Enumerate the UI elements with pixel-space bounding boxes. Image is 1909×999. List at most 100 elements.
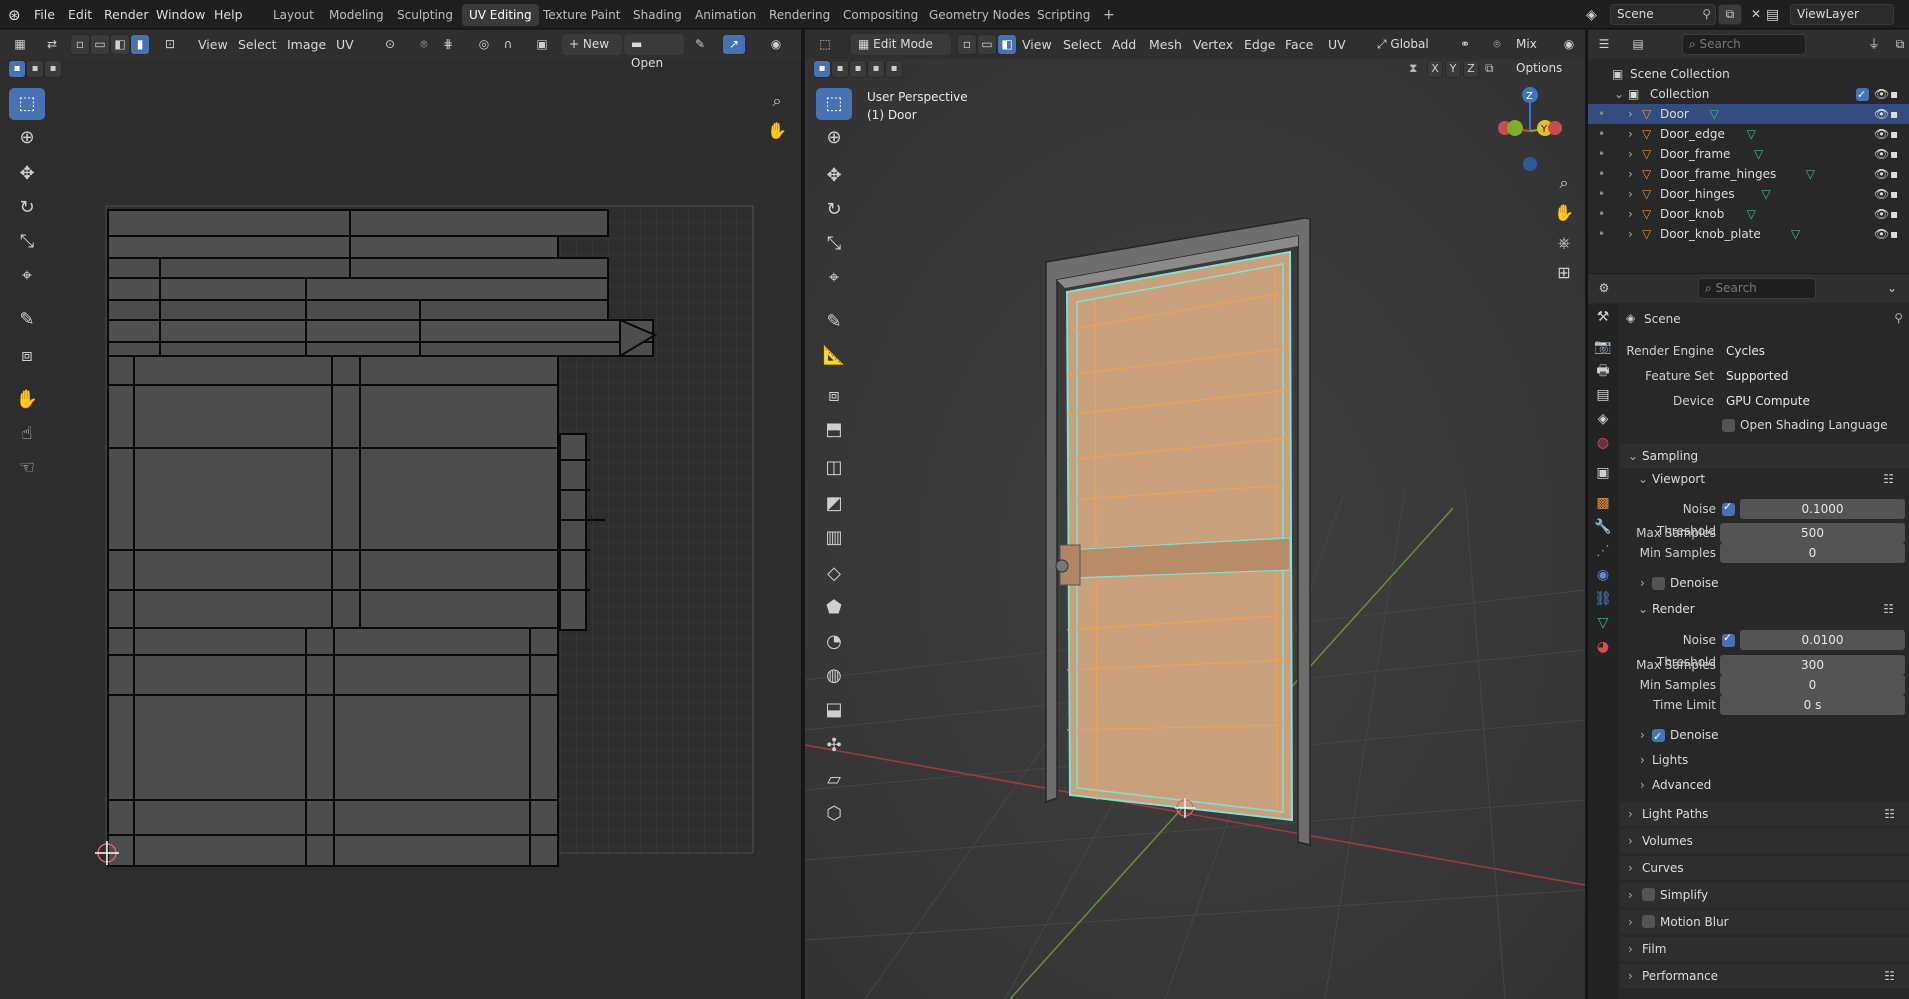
- vp-menu-add[interactable]: Add: [1112, 30, 1136, 59]
- view-layer-selector[interactable]: ViewLayer: [1790, 4, 1894, 25]
- render-visibility-icon[interactable]: ▪: [1890, 224, 1898, 244]
- pin-context-icon[interactable]: ⚲: [1894, 311, 1903, 325]
- panel-performance[interactable]: › Performance ☷: [1620, 964, 1909, 988]
- visibility-icon[interactable]: 👁: [1874, 144, 1889, 164]
- r-noise-threshold-field[interactable]: 0.0100: [1740, 630, 1905, 650]
- panel-film[interactable]: › Film: [1620, 937, 1909, 961]
- rip-region-tool-icon[interactable]: ⬡: [816, 798, 852, 830]
- render-presets-icon[interactable]: ☷: [1883, 598, 1894, 620]
- outliner-row-door-frame-hinges[interactable]: • › ▽ Door_frame_hinges ▽ 👁 ▪: [1588, 164, 1909, 184]
- smooth-tool-icon[interactable]: ◍: [816, 660, 852, 692]
- visibility-icon[interactable]: 👁: [1874, 184, 1889, 204]
- vertex-mode-icon[interactable]: ▫: [957, 34, 977, 55]
- outliner-row-door-frame[interactable]: • › ▽ Door_frame ▽ 👁 ▪: [1588, 144, 1909, 164]
- delete-scene-icon[interactable]: ✕: [1744, 4, 1768, 25]
- world-tab-icon[interactable]: ◍: [1590, 430, 1616, 456]
- knife-tool-icon[interactable]: ◇: [816, 558, 852, 590]
- pivot-icon[interactable]: ⚭: [1453, 34, 1477, 55]
- vp-annotate-tool-icon[interactable]: ✎: [816, 306, 852, 338]
- bevel-tool-icon[interactable]: ◩: [816, 488, 852, 520]
- vp-rotate-tool-icon[interactable]: ↻: [816, 194, 852, 226]
- poly-build-tool-icon[interactable]: ⬟: [816, 592, 852, 624]
- visibility-icon[interactable]: 👁: [1874, 204, 1889, 224]
- vp-max-samples-field[interactable]: 500: [1720, 523, 1905, 543]
- expand-icon[interactable]: ›: [1628, 184, 1633, 204]
- feature-set-dropdown[interactable]: Supported: [1720, 366, 1905, 386]
- vp-zoom-icon[interactable]: ⌕: [1551, 170, 1577, 196]
- vp-select-invert-icon[interactable]: ▪: [867, 60, 885, 78]
- render-visibility-icon[interactable]: ▪: [1890, 84, 1898, 104]
- render-visibility-icon[interactable]: ▪: [1890, 144, 1898, 164]
- panel-motion-blur[interactable]: › Motion Blur: [1620, 910, 1909, 934]
- menu-edit[interactable]: Edit: [62, 0, 98, 29]
- r-noise-threshold-checkbox[interactable]: [1722, 631, 1735, 647]
- blender-logo-icon[interactable]: ⊛: [8, 6, 26, 24]
- vp-camera-icon[interactable]: ⎈: [1551, 230, 1577, 256]
- snap-magnet-icon[interactable]: ⌾: [1485, 34, 1509, 55]
- render-visibility-icon[interactable]: ▪: [1890, 184, 1898, 204]
- tab-layout[interactable]: Layout: [266, 4, 321, 26]
- viewport-editor-type-icon[interactable]: ⬚: [813, 34, 837, 55]
- vp-menu-select[interactable]: Select: [1063, 30, 1102, 59]
- extrude-tool-icon[interactable]: ⬒: [816, 414, 852, 446]
- expand-icon[interactable]: ›: [1628, 164, 1633, 184]
- output-tab-icon[interactable]: 🖶: [1590, 358, 1616, 384]
- advanced-subpanel[interactable]: › Advanced: [1638, 774, 1908, 796]
- vp-pan-icon[interactable]: ✋: [1551, 200, 1577, 226]
- vp-menu-mesh[interactable]: Mesh: [1149, 30, 1182, 59]
- edge-mode-icon[interactable]: ▭: [977, 34, 997, 55]
- vp-move-tool-icon[interactable]: ✥: [816, 160, 852, 192]
- new-collection-icon[interactable]: ⧉: [1888, 34, 1909, 55]
- edge-slide-tool-icon[interactable]: ⬓: [816, 694, 852, 726]
- tab-sculpting[interactable]: Sculpting: [390, 4, 460, 26]
- r-time-limit-field[interactable]: 0 s: [1720, 695, 1905, 715]
- vp-select-extend-icon[interactable]: ▪: [831, 60, 849, 78]
- visibility-icon[interactable]: 👁: [1874, 124, 1889, 144]
- outliner-row-door-knob-plate[interactable]: • › ▽ Door_knob_plate ▽ 👁 ▪: [1588, 224, 1909, 244]
- particles-tab-icon[interactable]: ⋰: [1590, 538, 1616, 564]
- modifier-tab-icon[interactable]: 🔧: [1590, 514, 1616, 540]
- tab-compositing[interactable]: Compositing: [836, 4, 925, 26]
- outliner-row-door-knob[interactable]: • › ▽ Door_knob ▽ 👁 ▪: [1588, 204, 1909, 224]
- mesh-data-icon[interactable]: ▽: [1806, 164, 1815, 184]
- view-layer-tab-icon[interactable]: ▤: [1590, 382, 1616, 408]
- collection-row[interactable]: ⌄ ▣ Collection 👁 ▪: [1588, 84, 1909, 105]
- expand-icon[interactable]: ›: [1628, 204, 1633, 224]
- view-layer-icon[interactable]: ▤: [1766, 5, 1788, 25]
- render-subpanel-header[interactable]: ⌄ Render ☷: [1638, 598, 1908, 620]
- mesh-data-icon[interactable]: ▽: [1747, 204, 1756, 224]
- expand-icon[interactable]: ›: [1628, 144, 1633, 164]
- expand-icon[interactable]: ›: [1628, 224, 1633, 244]
- tool-tab-icon[interactable]: ⚒: [1590, 304, 1616, 330]
- scene-tab-icon[interactable]: ◈: [1590, 406, 1616, 432]
- vp-cursor-tool-icon[interactable]: ⊕: [816, 122, 852, 154]
- scene-icon[interactable]: ◈: [1586, 5, 1608, 25]
- scene-collection-row[interactable]: ▣ Scene Collection: [1588, 64, 1909, 84]
- tab-rendering[interactable]: Rendering: [762, 4, 837, 26]
- constraints-tab-icon[interactable]: ⛓: [1590, 586, 1616, 612]
- render-visibility-icon[interactable]: ▪: [1890, 204, 1898, 224]
- vp-menu-edge[interactable]: Edge: [1244, 30, 1275, 59]
- vp-select-subtract-icon[interactable]: ▪: [849, 60, 867, 78]
- snap-mix-selector[interactable]: Mix: [1509, 34, 1561, 55]
- vp-transform-tool-icon[interactable]: ⌖: [816, 262, 852, 294]
- menu-render[interactable]: Render: [98, 0, 155, 29]
- material-tab-icon[interactable]: ◕: [1590, 634, 1616, 660]
- outliner[interactable]: ☰ ▤ ⌕ Search ⏚ ⧉ ▣ Scene Collection ⌄ ▣ …: [1588, 30, 1909, 273]
- shear-tool-icon[interactable]: ▱: [816, 764, 852, 796]
- auto-merge-icon[interactable]: ⧉: [1485, 61, 1494, 76]
- outliner-type-icon[interactable]: ☰: [1592, 34, 1616, 55]
- mirror-x-toggle[interactable]: X: [1427, 60, 1443, 78]
- mesh-data-icon[interactable]: ▽: [1710, 104, 1719, 124]
- visibility-icon[interactable]: 👁: [1874, 224, 1889, 244]
- vp-menu-vertex[interactable]: Vertex: [1193, 30, 1233, 59]
- pin-icon[interactable]: ⚲: [1702, 5, 1711, 24]
- menu-file[interactable]: File: [28, 0, 61, 29]
- options-dropdown[interactable]: Options: [1509, 58, 1579, 79]
- outliner-search-input[interactable]: ⌕ Search: [1682, 34, 1806, 55]
- outliner-row-door-edge[interactable]: • › ▽ Door_edge ▽ 👁 ▪: [1588, 124, 1909, 144]
- vp-ortho-grid-icon[interactable]: ⊞: [1551, 260, 1577, 286]
- osl-checkbox[interactable]: [1722, 419, 1735, 432]
- vp-select-tool-icon[interactable]: ⬚: [816, 88, 852, 120]
- properties-search-input[interactable]: ⌕ Search: [1698, 278, 1816, 299]
